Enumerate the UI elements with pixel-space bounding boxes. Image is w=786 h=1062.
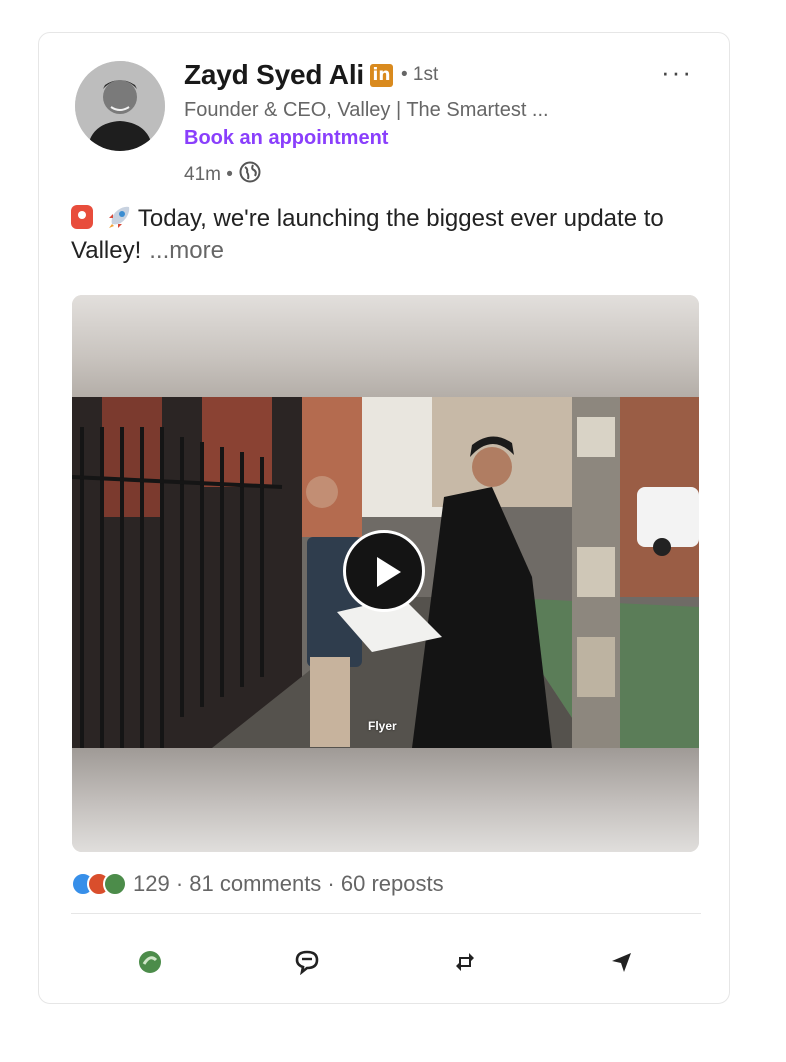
support-icon <box>103 872 127 896</box>
social-counts[interactable]: 129 · 81 comments · 60 reposts <box>71 871 444 897</box>
video-blur-bottom <box>72 748 699 852</box>
author-name[interactable]: Zayd Syed Ali <box>184 59 364 91</box>
play-icon[interactable] <box>343 530 425 612</box>
react-button[interactable] <box>120 939 180 985</box>
rocket-icon <box>106 204 132 230</box>
siren-icon <box>71 205 93 229</box>
repost-button[interactable] <box>435 939 495 985</box>
support-icon <box>138 951 161 973</box>
post-time: 41m • <box>184 164 233 185</box>
feed-post-card: Zayd Syed Ali in • 1st Founder & CEO, Va… <box>38 32 730 1004</box>
divider <box>71 913 701 914</box>
globe-icon <box>239 161 261 189</box>
send-icon <box>612 953 632 972</box>
video-caption: Flyer <box>368 719 397 733</box>
linkedin-premium-icon: in <box>369 63 393 87</box>
send-button[interactable] <box>592 939 652 985</box>
video-player[interactable]: Flyer <box>72 295 699 852</box>
book-appointment-link[interactable]: Book an appointment <box>184 127 388 150</box>
video-blur-top <box>72 295 699 397</box>
more-options-icon[interactable]: ··· <box>661 57 693 88</box>
post-text: Today, we're launching the biggest ever … <box>71 203 701 267</box>
connection-degree: • 1st <box>400 64 439 85</box>
author-name-row: Zayd Syed Ali in • 1st <box>184 59 438 91</box>
avatar[interactable] <box>75 61 165 151</box>
reaction-icons <box>71 872 127 896</box>
see-more-link[interactable]: ...more <box>149 237 224 264</box>
author-headline: Founder & CEO, Valley | The Smartest ... <box>184 99 549 121</box>
comment-icon <box>295 950 319 975</box>
counts-text[interactable]: 129 · 81 comments · 60 reposts <box>133 871 444 897</box>
post-time-row: 41m • <box>184 161 261 189</box>
repost-icon <box>455 953 474 971</box>
action-bar <box>71 938 701 986</box>
comment-button[interactable] <box>277 939 337 985</box>
